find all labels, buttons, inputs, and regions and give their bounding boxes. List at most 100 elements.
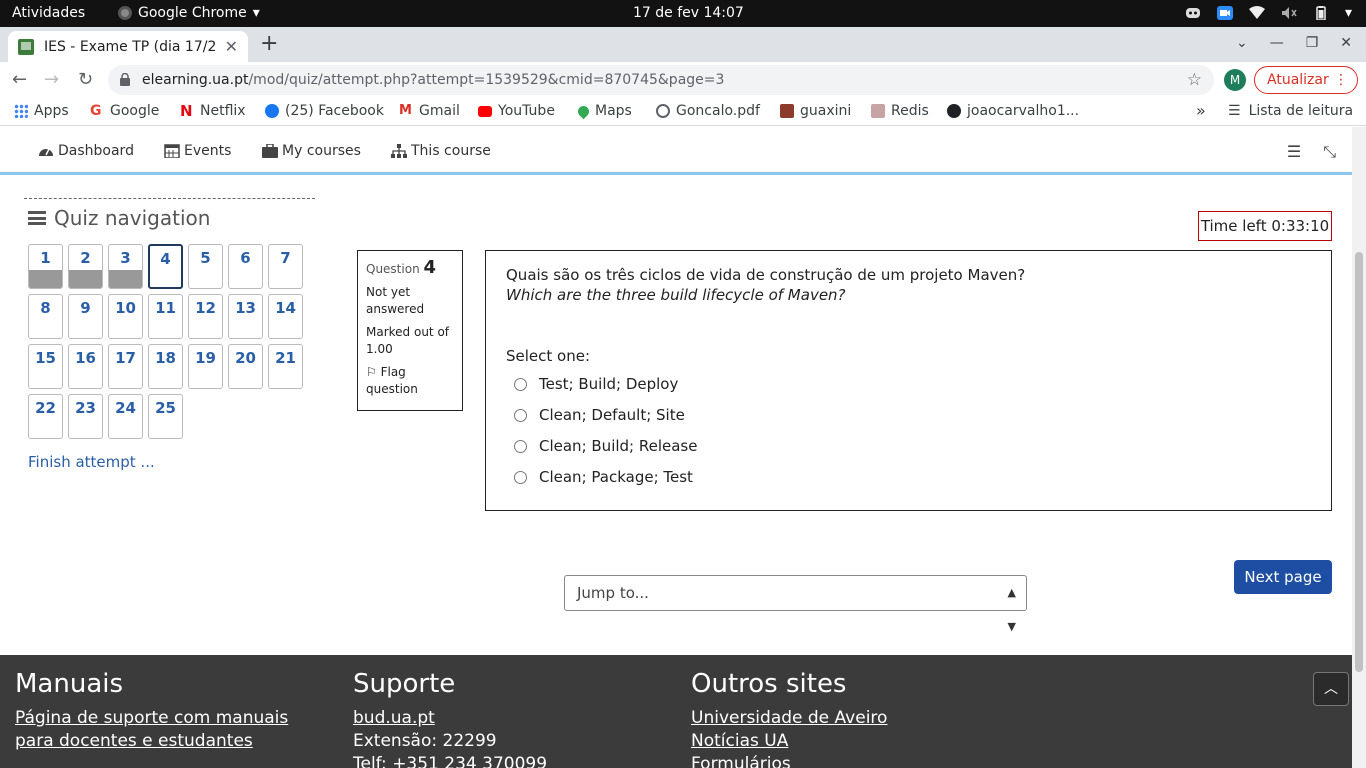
back-arrow-icon[interactable]: ← [12, 69, 27, 90]
finish-attempt-link[interactable]: Finish attempt ... [28, 453, 155, 471]
quiz-question-button[interactable]: 10 [108, 294, 143, 339]
quiz-question-button[interactable]: 11 [148, 294, 183, 339]
address-bar[interactable]: elearning.ua.pt/mod/quiz/attempt.php?att… [108, 65, 1214, 95]
reload-icon[interactable]: ↻ [78, 69, 93, 90]
answer-option-label[interactable]: Clean; Default; Site [539, 406, 685, 424]
bookmark-netflix[interactable]: N Netflix [180, 103, 246, 119]
footer-manuais-link[interactable]: Página de suporte com manuais [15, 707, 335, 730]
close-window-icon[interactable]: ✕ [1340, 35, 1352, 51]
quiz-question-button[interactable]: 19 [188, 344, 223, 389]
bookmark-redis[interactable]: Redis [871, 103, 929, 119]
wifi-icon [1248, 6, 1265, 19]
quiz-question-button[interactable]: 9 [68, 294, 103, 339]
quiz-question-button[interactable]: 13 [228, 294, 263, 339]
bookmark-goncalo-pdf[interactable]: Goncalo.pdf [656, 103, 760, 119]
collapse-fullscreen-icon[interactable]: ⤡ [1323, 142, 1336, 162]
forward-arrow-icon[interactable]: → [44, 69, 59, 90]
bookmark-label: joaocarvalho1... [967, 103, 1080, 119]
flag-question-toggle[interactable]: ⚐ Flag question [366, 364, 454, 398]
answer-option-label[interactable]: Clean; Package; Test [539, 468, 693, 486]
quiz-question-button[interactable]: 8 [28, 294, 63, 339]
quiz-question-button[interactable]: 3 [108, 244, 143, 289]
quiz-question-button[interactable]: 18 [148, 344, 183, 389]
answer-option[interactable]: Clean; Package; Test [506, 465, 1311, 489]
tab-search-icon[interactable]: ⌄ [1236, 35, 1248, 51]
answer-option[interactable]: Clean; Default; Site [506, 403, 1311, 427]
jump-to-select[interactable]: Jump to... ▲ ▼ [564, 575, 1027, 633]
quiz-question-button[interactable]: 23 [68, 394, 103, 439]
footer-suporte: Suporte bud.ua.pt Extensão: 22299 Telf: … [353, 669, 673, 768]
quiz-question-button[interactable]: 25 [148, 394, 183, 439]
radio-button[interactable] [514, 377, 527, 391]
app-menu[interactable]: Google Chrome ▾ [118, 5, 260, 21]
reading-list-button[interactable]: ☰ Lista de leitura [1228, 103, 1353, 119]
bookmark-gmail[interactable]: M Gmail [399, 103, 460, 119]
close-tab-icon[interactable]: ✕ [225, 37, 238, 56]
quiz-question-button[interactable]: 6 [228, 244, 263, 289]
more-bookmarks-chevron-icon[interactable]: » [1196, 101, 1206, 120]
quiz-question-number: 15 [35, 349, 56, 367]
url-path: /mod/quiz/attempt.php?attempt=1539529&cm… [248, 72, 725, 88]
power-menu-chevron-icon: ▾ [1344, 5, 1352, 21]
minimize-window-icon[interactable]: — [1270, 35, 1284, 51]
quiz-question-number: 19 [195, 349, 216, 367]
update-label: Atualizar [1267, 72, 1329, 88]
quiz-question-button[interactable]: 17 [108, 344, 143, 389]
quiz-navigation-title[interactable]: Quiz navigation [28, 206, 210, 230]
bookmark-github[interactable]: joaocarvalho1... [947, 103, 1079, 119]
quiz-question-button[interactable]: 15 [28, 344, 63, 389]
footer-bud-link[interactable]: bud.ua.pt [353, 707, 673, 730]
quiz-question-button[interactable]: 4 [148, 244, 183, 289]
activities-button[interactable]: Atividades [12, 5, 85, 21]
quiz-question-button[interactable]: 20 [228, 344, 263, 389]
radio-button[interactable] [514, 470, 527, 484]
quiz-question-button[interactable]: 2 [68, 244, 103, 289]
quiz-question-button[interactable]: 1 [28, 244, 63, 289]
nav-this-course[interactable]: This course [391, 143, 491, 159]
bookmark-apps[interactable]: Apps [14, 103, 69, 119]
footer-formularios-link[interactable]: Formulários [691, 753, 1011, 768]
update-button[interactable]: Atualizar ⋮ [1254, 66, 1358, 94]
answer-option-label[interactable]: Test; Build; Deploy [539, 375, 678, 393]
quiz-question-button[interactable]: 21 [268, 344, 303, 389]
answer-option-label[interactable]: Clean; Build; Release [539, 437, 697, 455]
new-tab-button[interactable]: + [260, 31, 278, 56]
nav-events[interactable]: Events [164, 143, 231, 159]
quiz-question-number: 12 [195, 299, 216, 317]
quiz-question-button[interactable]: 24 [108, 394, 143, 439]
quiz-question-button[interactable]: 22 [28, 394, 63, 439]
quiz-question-button[interactable]: 7 [268, 244, 303, 289]
system-tray[interactable]: ▾ [1185, 5, 1352, 21]
tab-ies-exam[interactable]: IES - Exame TP (dia 17/2, 1 ✕ [8, 31, 248, 62]
scrollbar-thumb[interactable] [1355, 252, 1363, 672]
bookmark-google[interactable]: G Google [90, 103, 159, 119]
profile-avatar[interactable]: M [1224, 69, 1246, 91]
page-scrollbar[interactable] [1352, 127, 1366, 768]
quiz-question-number: 18 [155, 349, 176, 367]
bookmark-maps[interactable]: Maps [575, 103, 632, 119]
back-to-top-button[interactable]: ︿ [1313, 672, 1349, 706]
radio-button[interactable] [514, 408, 527, 422]
restore-window-icon[interactable]: ❐ [1306, 35, 1319, 51]
quiz-question-button[interactable]: 5 [188, 244, 223, 289]
footer-phone: Telf: +351 234 370099 [353, 754, 548, 768]
next-page-button[interactable]: Next page [1234, 560, 1332, 594]
quiz-question-button[interactable]: 12 [188, 294, 223, 339]
nav-dashboard[interactable]: Dashboard [38, 143, 134, 159]
radio-button[interactable] [514, 439, 527, 453]
answer-option[interactable]: Test; Build; Deploy [506, 372, 1311, 396]
footer-ua-link[interactable]: Universidade de Aveiro [691, 707, 1011, 730]
nav-my-courses[interactable]: My courses [262, 143, 361, 159]
bookmark-youtube[interactable]: YouTube [478, 103, 555, 119]
bookmark-star-icon[interactable]: ☆ [1187, 65, 1202, 95]
answer-option[interactable]: Clean; Build; Release [506, 434, 1311, 458]
clock[interactable]: 17 de fev 14:07 [633, 5, 744, 21]
nav-my-courses-label: My courses [282, 143, 361, 159]
toggle-drawer-icon[interactable]: ☰ [1287, 142, 1301, 162]
bookmark-facebook[interactable]: (25) Facebook [265, 103, 384, 119]
bookmark-guaxini[interactable]: guaxini [780, 103, 851, 119]
footer-manuais-link[interactable]: para docentes e estudantes [15, 730, 335, 753]
footer-noticias-link[interactable]: Notícias UA [691, 730, 1011, 753]
quiz-question-button[interactable]: 14 [268, 294, 303, 339]
quiz-question-button[interactable]: 16 [68, 344, 103, 389]
